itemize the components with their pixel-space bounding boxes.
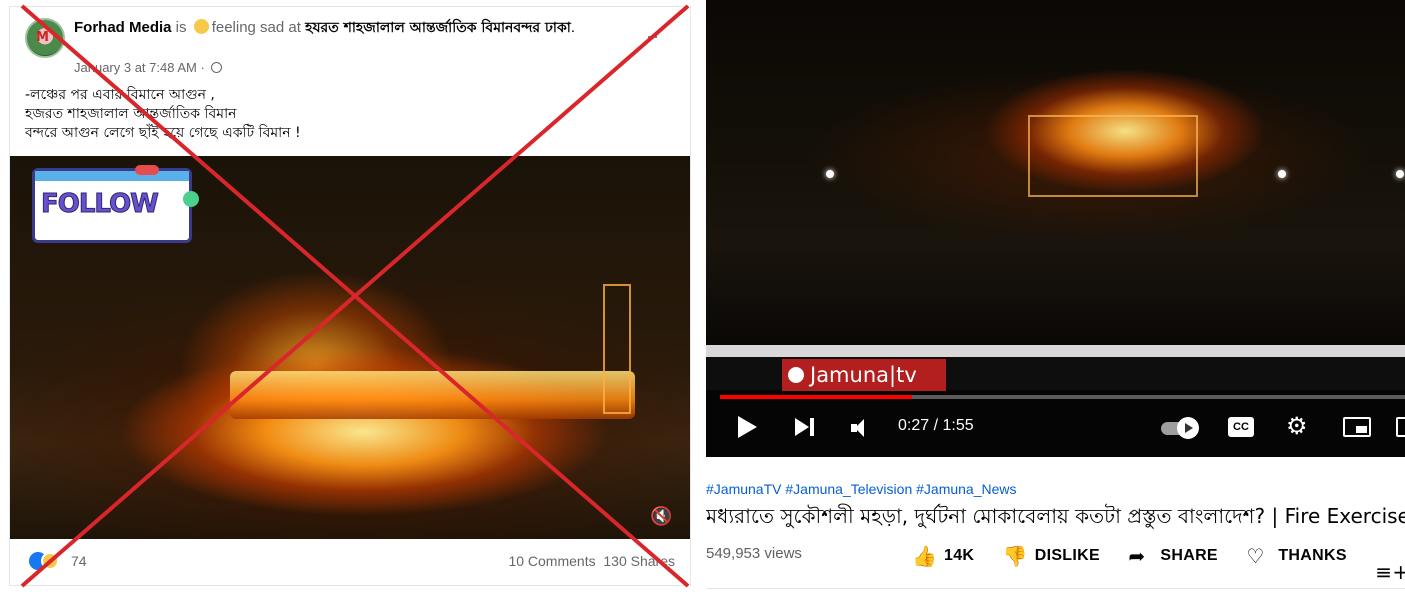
runway-light [826,170,834,178]
sticker-dot [135,165,159,175]
playlist-add-icon: ≡+ [1375,560,1405,584]
captions-button[interactable]: CC [1228,417,1254,437]
video-actions: 👍 14K 👎 DISLIKE ➦ SHARE ♡ THANKS ≡+ [912,544,1405,584]
view-count: 549,953 views [706,545,802,562]
thanks-button[interactable]: ♡ THANKS [1246,544,1346,568]
burning-plane-glow [230,371,635,419]
sticker-bar [35,171,189,181]
news-ticker [706,345,1405,357]
autoplay-toggle[interactable] [1161,417,1201,439]
share-label: SHARE [1160,547,1218,564]
dislike-button[interactable]: 👎 DISLIKE [1003,544,1100,568]
reactions-count[interactable]: 74 [71,553,87,569]
post-text-line: হজরত শাহজালাল আন্তর্জাতিক বিমান [25,106,237,122]
dislike-label: DISLIKE [1034,547,1100,564]
next-bar [810,418,814,436]
video-player[interactable]: Jamuna|tv 0:27 / 1:55 CC ⚙ [706,0,1405,457]
tower-frame [603,284,631,414]
time-display: 0:27 / 1:55 [898,417,974,434]
thanks-heart-icon: ♡ [1246,544,1265,568]
share-button[interactable]: ➦ SHARE [1128,544,1218,568]
video-frame [706,0,1405,345]
speaker-cone [855,419,864,437]
miniplayer-inset [1356,426,1367,433]
share-arrow-icon: ➦ [1128,544,1146,568]
location-link[interactable]: হযরত শাহজালাল আন্তর্জাতিক বিমানবন্দর ঢাক… [305,20,571,36]
like-count: 14K [944,547,975,564]
post-timestamp[interactable]: January 3 at 7:48 AM · [74,60,223,75]
globe-icon [211,62,223,73]
watermark-text: Jamuna|tv [810,363,917,387]
theater-mode-icon[interactable] [1396,417,1405,437]
video-hashtags[interactable]: #JamunaTV #Jamuna_Television #Jamuna_New… [706,481,1017,497]
author-name[interactable]: Forhad Media [74,19,172,36]
facebook-post-panel: M Forhad Media is feeling sad at হযরত শা… [0,0,700,592]
sticker-dot [183,191,199,207]
sad-emoji-icon [193,19,209,34]
post-text-line: -লঞ্চের পর এবার বিমানে আগুন , [25,87,215,103]
follow-sticker-text: FOLLOW [41,189,160,220]
play-glyph-icon [1185,423,1193,433]
progress-bar[interactable] [720,395,912,399]
avatar[interactable]: M [25,18,65,58]
feeling-prefix: is [171,19,191,36]
video-title: মধ্যরাতে সুকৌশলী মহড়া, দুর্ঘটনা মোকাবেল… [706,504,1405,528]
channel-watermark: Jamuna|tv [782,359,946,391]
post-text-line: বন্দরে আগুন লেগে ছাঁই হয়ে গেছে একটি বিম… [25,125,301,141]
jamuna-logo-icon [788,367,804,383]
post-text: -লঞ্চের পর এবার বিমানে আগুন , হজরত শাহজা… [25,86,665,143]
gear-icon[interactable]: ⚙ [1286,414,1308,438]
next-arrow [795,418,809,436]
post-header: Forhad Media is feeling sad at হযরত শাহজ… [74,18,634,38]
thumbs-up-icon: 👍 [912,544,938,568]
post-video[interactable]: FOLLOW 🔇 [10,156,690,539]
like-button[interactable]: 👍 14K [912,544,974,568]
shares-count[interactable]: 130 Shares [603,553,675,569]
volume-icon[interactable] [851,419,869,437]
more-horizontal-icon[interactable]: ·· [646,26,660,47]
post-stats: 10 Comments 130 Shares [508,553,675,569]
comments-count[interactable]: 10 Comments [508,553,595,569]
miniplayer-icon[interactable] [1343,417,1371,437]
toggle-knob [1177,417,1199,439]
volume-mute-icon[interactable]: 🔇 [650,506,672,527]
play-icon[interactable] [738,416,757,438]
player-controls: 0:27 / 1:55 CC ⚙ [706,405,1405,450]
burning-structure [1028,115,1198,197]
avatar-logo: M [36,30,49,45]
sad-reaction-icon [41,552,59,570]
location-suffix: . [570,19,576,36]
follow-sticker: FOLLOW [32,165,199,243]
timestamp-text: January 3 at 7:48 AM · [74,60,209,75]
runway-light [1278,170,1286,178]
comparison-screenshot: M Forhad Media is feeling sad at হযরত শা… [0,0,1405,592]
divider [706,588,1405,589]
thumbs-down-icon: 👎 [1002,544,1028,568]
youtube-panel: Jamuna|tv 0:27 / 1:55 CC ⚙ #JamunaTV #Ja… [706,0,1405,592]
thanks-label: THANKS [1278,547,1347,564]
post-footer: 74 10 Comments 130 Shares [25,550,675,572]
runway-light [1396,170,1404,178]
feeling-text: feeling sad at [211,19,306,36]
